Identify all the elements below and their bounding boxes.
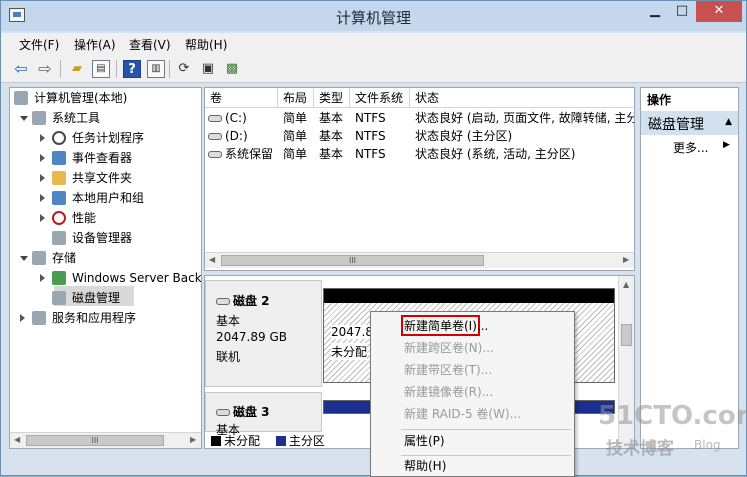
scroll-left-icon[interactable]: ◀ bbox=[14, 435, 20, 444]
disk-icon bbox=[216, 409, 230, 416]
device-manager-icon bbox=[52, 231, 66, 245]
submenu-arrow-icon: ▶ bbox=[723, 140, 730, 150]
scroll-thumb[interactable]: III bbox=[221, 255, 484, 266]
window-title: 计算机管理 bbox=[335, 9, 411, 27]
menu-action[interactable]: 操作(A) bbox=[74, 36, 116, 53]
menu-bar: 文件(F) 操作(A) 查看(V) 帮助(H) bbox=[1, 33, 746, 55]
expanded-icon[interactable] bbox=[20, 256, 28, 261]
disk-2-name: 磁盘 2 bbox=[233, 294, 270, 308]
unallocated-swatch bbox=[211, 436, 221, 446]
shared-folder-icon bbox=[52, 171, 66, 185]
collapse-icon[interactable]: ▲ bbox=[725, 117, 732, 127]
actions-disk-management[interactable]: 磁盘管理 ▲ bbox=[641, 111, 738, 135]
clock-icon bbox=[52, 131, 66, 145]
disk-2-card[interactable]: 磁盘 2 基本 2047.89 GB 联机 bbox=[205, 280, 322, 387]
watermark: 51CTO.com 技术博客 Blog bbox=[598, 401, 747, 467]
disk-management-icon bbox=[52, 291, 66, 305]
scroll-thumb[interactable]: III bbox=[26, 435, 164, 446]
collapsed-icon[interactable] bbox=[40, 194, 45, 202]
show-tree-icon[interactable]: ▤ bbox=[92, 60, 110, 78]
column-header-type[interactable]: 类型 bbox=[314, 88, 350, 108]
event-viewer-icon bbox=[52, 151, 66, 165]
help-icon[interactable]: ? bbox=[123, 60, 141, 78]
disk-icon bbox=[216, 298, 230, 305]
column-header-volume[interactable]: 卷 bbox=[205, 88, 278, 108]
tools-icon bbox=[32, 111, 46, 125]
computer-management-window: 计算机管理 ▁ □ ✕ 文件(F) 操作(A) 查看(V) 帮助(H) ⇦ ⇨ … bbox=[0, 0, 747, 477]
watermark-site: 51CTO.com bbox=[598, 401, 747, 431]
collapsed-icon[interactable] bbox=[40, 174, 45, 182]
scroll-up-icon[interactable]: ▲ bbox=[623, 280, 629, 289]
properties-icon[interactable]: ▥ bbox=[147, 60, 165, 78]
export-icon[interactable]: ▣ bbox=[199, 60, 217, 78]
maximize-button[interactable]: □ bbox=[669, 1, 695, 22]
partition-state: 未分配 bbox=[331, 343, 368, 360]
navigation-tree: 计算机管理(本地) 系统工具 任务计划程序 事件查看器 共享文件夹 本地用户和组 bbox=[9, 87, 202, 449]
volume-horizontal-scrollbar[interactable]: ◀ III ▶ bbox=[205, 252, 634, 268]
collapsed-icon[interactable] bbox=[40, 154, 45, 162]
legend: 未分配 主分区 bbox=[211, 432, 325, 448]
partition-size: 2047.8 bbox=[331, 325, 373, 339]
menu-file[interactable]: 文件(F) bbox=[19, 36, 59, 53]
backup-icon bbox=[52, 271, 66, 285]
actions-pane: 操作 磁盘管理 ▲ 更多... ▶ bbox=[640, 87, 739, 449]
disk-3-name: 磁盘 3 bbox=[233, 405, 270, 419]
menu-view[interactable]: 查看(V) bbox=[129, 36, 171, 53]
legend-primary: 主分区 bbox=[288, 434, 325, 448]
storage-icon bbox=[32, 251, 46, 265]
services-icon bbox=[32, 311, 46, 325]
computer-icon bbox=[14, 91, 28, 105]
actions-header: 操作 bbox=[647, 93, 672, 107]
forward-icon[interactable]: ⇨ bbox=[36, 60, 54, 78]
toolbar: ⇦ ⇨ ▰ ▤ ? ▥ ⟳ ▣ ▩ bbox=[1, 55, 746, 83]
collapsed-icon[interactable] bbox=[40, 134, 45, 142]
scroll-right-icon[interactable]: ▶ bbox=[623, 255, 629, 264]
primary-swatch bbox=[275, 436, 286, 446]
collapsed-icon[interactable] bbox=[20, 314, 25, 322]
users-icon bbox=[52, 191, 66, 205]
refresh-icon[interactable]: ⟳ bbox=[175, 60, 193, 78]
menu-new-mirrored-volume[interactable]: 新建镜像卷(R)... bbox=[404, 381, 493, 403]
column-header-filesystem[interactable]: 文件系统 bbox=[350, 88, 410, 108]
disk-2-type: 基本 bbox=[216, 314, 241, 328]
column-header-layout[interactable]: 布局 bbox=[278, 88, 314, 108]
disk-icon[interactable]: ▩ bbox=[223, 60, 241, 78]
menu-new-raid5-volume[interactable]: 新建 RAID-5 卷(W)... bbox=[404, 403, 521, 425]
minimize-button[interactable]: ▁ bbox=[642, 1, 668, 22]
collapsed-icon[interactable] bbox=[40, 214, 45, 222]
disk-2-size: 2047.89 GB bbox=[216, 330, 287, 344]
close-button[interactable]: ✕ bbox=[696, 1, 742, 22]
menu-new-simple-volume[interactable]: 新建简单卷(I)... bbox=[404, 315, 488, 337]
menu-help[interactable]: 帮助(H) bbox=[185, 36, 227, 53]
disk-2-state: 联机 bbox=[216, 350, 241, 364]
volume-icon bbox=[208, 151, 222, 158]
menu-new-spanned-volume[interactable]: 新建跨区卷(N)... bbox=[404, 337, 494, 359]
collapsed-icon[interactable] bbox=[40, 274, 45, 282]
column-header-status[interactable]: 状态 bbox=[410, 88, 634, 108]
back-icon[interactable]: ⇦ bbox=[12, 60, 30, 78]
performance-icon bbox=[52, 211, 66, 225]
menu-properties[interactable]: 属性(P) bbox=[404, 430, 445, 452]
disk-3-card[interactable]: 磁盘 3 基本 bbox=[205, 392, 322, 437]
expanded-icon[interactable] bbox=[20, 116, 28, 121]
menu-help-item[interactable]: 帮助(H) bbox=[404, 455, 446, 477]
volume-list: 卷 布局 类型 文件系统 状态 (C:) 简单 基本 NTFS 状态良好 (启动… bbox=[204, 87, 635, 271]
actions-more[interactable]: 更多... ▶ bbox=[673, 139, 730, 156]
volume-icon bbox=[208, 115, 222, 122]
legend-unallocated: 未分配 bbox=[224, 434, 261, 448]
title-bar: 计算机管理 ▁ □ ✕ bbox=[1, 1, 746, 31]
tree-horizontal-scrollbar[interactable]: ◀ III ▶ bbox=[10, 432, 201, 448]
scroll-right-icon[interactable]: ▶ bbox=[190, 435, 196, 444]
volume-icon bbox=[208, 133, 222, 140]
context-menu: 新建简单卷(I)... 新建跨区卷(N)... 新建带区卷(T)... 新建镜像… bbox=[370, 311, 575, 477]
up-folder-icon[interactable]: ▰ bbox=[68, 60, 86, 78]
menu-new-striped-volume[interactable]: 新建带区卷(T)... bbox=[404, 359, 492, 381]
unallocated-bar bbox=[324, 289, 614, 303]
scroll-thumb[interactable] bbox=[621, 324, 632, 346]
watermark-tagline: 技术博客 bbox=[606, 439, 674, 459]
watermark-blog: Blog bbox=[694, 438, 721, 452]
scroll-left-icon[interactable]: ◀ bbox=[209, 255, 215, 264]
